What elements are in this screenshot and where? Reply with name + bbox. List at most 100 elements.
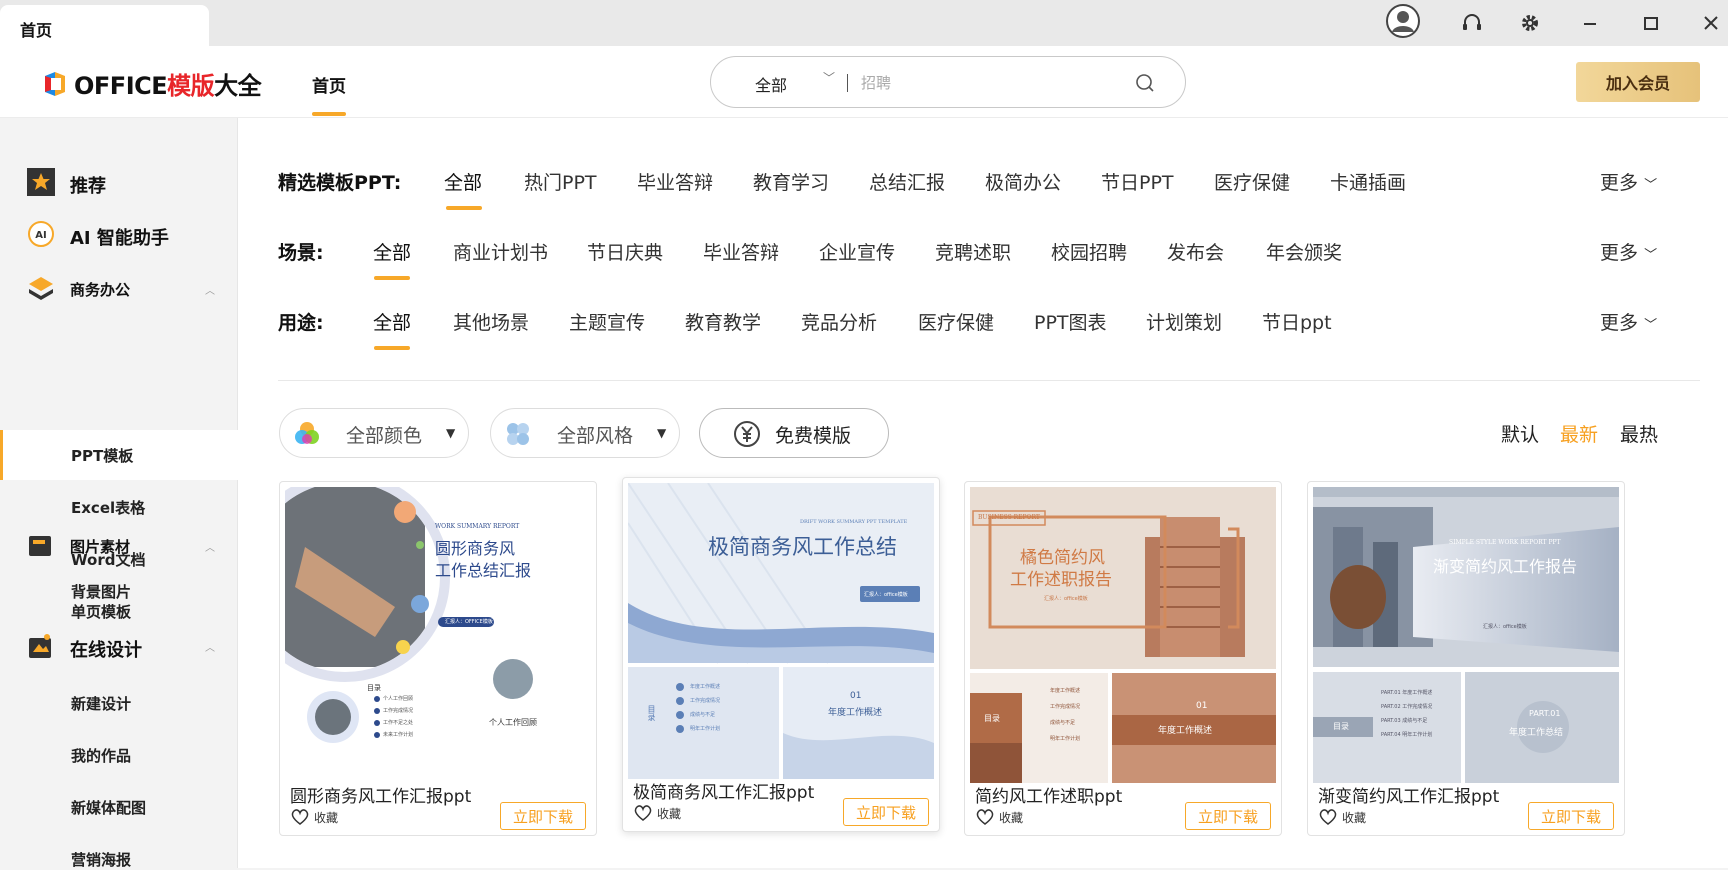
filter-item[interactable]: 医疗保健: [1214, 168, 1290, 195]
template-card[interactable]: SIMPLE STYLE WORK REPORT PPT 渐变简约风工作报告 汇…: [1307, 481, 1625, 836]
sidebar-item-backgrounds[interactable]: 背景图片: [71, 581, 131, 602]
filter-item[interactable]: 全部: [444, 168, 482, 195]
sidebar-item-recommend[interactable]: 推荐: [70, 172, 106, 198]
template-thumbnail[interactable]: DRIFT WORK SUMMARY PPT TEMPLATE 极简商务风工作总…: [628, 483, 934, 779]
logo[interactable]: OFFICE模版大全: [42, 66, 262, 101]
search-category[interactable]: 全部: [755, 72, 787, 96]
caret-down-icon: ▼: [657, 426, 667, 440]
color-filter-dropdown[interactable]: 全部颜色 ▼: [279, 408, 469, 458]
favorite-button[interactable]: 收藏: [1318, 808, 1366, 826]
minimize-icon[interactable]: [1575, 8, 1605, 38]
filter-item[interactable]: 毕业答辩: [703, 238, 779, 265]
sort-latest[interactable]: 最新: [1560, 420, 1598, 447]
filter-item[interactable]: 全部: [373, 238, 411, 265]
template-card[interactable]: DRIFT WORK SUMMARY PPT TEMPLATE 极简商务风工作总…: [622, 477, 940, 832]
filter-item[interactable]: 发布会: [1167, 238, 1224, 265]
heart-icon: [291, 809, 309, 825]
filter-item[interactable]: 热门PPT: [524, 168, 597, 195]
more-button[interactable]: 更多 ﹀: [1600, 238, 1657, 265]
filter-item[interactable]: 商业计划书: [453, 238, 548, 265]
filter-item[interactable]: 节日PPT: [1101, 168, 1174, 195]
tab-home[interactable]: 首页: [0, 5, 209, 46]
filter-item[interactable]: 医疗保健: [918, 308, 994, 335]
free-templates-button[interactable]: 免费模版: [699, 408, 889, 458]
thumb-sub: 年度工作总结: [1509, 728, 1564, 738]
sidebar-item-single-page[interactable]: 单页模板: [71, 601, 131, 622]
close-icon[interactable]: [1696, 8, 1726, 38]
thumb-presenter: 汇报人：OFFICE模板: [445, 619, 493, 625]
filter-item[interactable]: 教育教学: [685, 308, 761, 335]
template-card[interactable]: WORK SUMMARY REPORT 圆形商务风 工作总结汇报 汇报人：OFF…: [279, 481, 597, 836]
sidebar-item-ppt[interactable]: PPT模板: [71, 445, 133, 466]
filter-item[interactable]: 节日庆典: [587, 238, 663, 265]
search-bar: 全部 ﹀: [710, 56, 1186, 108]
filter-item[interactable]: 节日ppt: [1262, 308, 1332, 335]
download-button[interactable]: 立即下载: [843, 798, 929, 826]
thumb-en-title: WORK SUMMARY REPORT: [435, 523, 520, 530]
chevron-up-icon[interactable]: ︿: [205, 282, 215, 297]
sidebar-item-marketing-poster[interactable]: 营销海报: [71, 849, 131, 870]
filter-item[interactable]: 卡通插画: [1330, 168, 1406, 195]
sidebar-item-new-design[interactable]: 新建设计: [71, 693, 131, 714]
style-filter-dropdown[interactable]: 全部风格 ▼: [490, 408, 680, 458]
favorite-button[interactable]: 收藏: [290, 808, 338, 826]
sidebar-item-social-media[interactable]: 新媒体配图: [71, 797, 146, 818]
filter-item[interactable]: 校园招聘: [1051, 238, 1127, 265]
filter-item[interactable]: 极简办公: [985, 168, 1061, 195]
filter-item[interactable]: 主题宣传: [569, 308, 645, 335]
template-thumbnail[interactable]: WORK SUMMARY REPORT 圆形商务风 工作总结汇报 汇报人：OFF…: [285, 487, 591, 783]
sidebar-item-my-works[interactable]: 我的作品: [71, 745, 131, 766]
sidebar-item-images[interactable]: 图片素材: [70, 536, 130, 557]
sidebar-item-ai[interactable]: AI 智能助手: [70, 224, 169, 250]
filter-item[interactable]: 毕业答辩: [637, 168, 713, 195]
maximize-icon[interactable]: [1636, 8, 1666, 38]
layers-icon: [29, 277, 53, 300]
filter-item[interactable]: 教育学习: [753, 168, 829, 195]
filter-item[interactable]: 全部: [373, 308, 411, 335]
join-vip-button[interactable]: 加入会员: [1576, 62, 1700, 102]
card-title[interactable]: 圆形商务风工作汇报ppt: [290, 782, 471, 807]
headset-icon[interactable]: [1457, 8, 1487, 38]
nav-home[interactable]: 首页: [312, 72, 346, 97]
filter-item[interactable]: 总结汇报: [869, 168, 945, 195]
download-button[interactable]: 立即下载: [1528, 802, 1614, 830]
card-title[interactable]: 渐变简约风工作汇报ppt: [1318, 782, 1499, 807]
filter-item[interactable]: 竞聘述职: [935, 238, 1011, 265]
gear-icon[interactable]: [1515, 8, 1545, 38]
favorite-button[interactable]: 收藏: [633, 804, 681, 822]
chevron-down-icon[interactable]: ﹀: [823, 69, 835, 86]
favorite-button[interactable]: 收藏: [975, 808, 1023, 826]
card-title[interactable]: 简约风工作述职ppt: [975, 782, 1122, 807]
template-thumbnail[interactable]: BUSINESS REPORT 橘色简约风 工作述职报告 汇报人：office模…: [970, 487, 1276, 783]
filter-item[interactable]: 年会颁奖: [1266, 238, 1342, 265]
template-thumbnail[interactable]: SIMPLE STYLE WORK REPORT PPT 渐变简约风工作报告 汇…: [1313, 487, 1619, 783]
divider: [278, 380, 1700, 381]
search-icon[interactable]: [1135, 73, 1155, 93]
thumb-toc: 目录: [647, 705, 656, 721]
sidebar-item-business[interactable]: 商务办公: [70, 279, 130, 300]
chevron-up-icon[interactable]: ︿: [205, 639, 215, 654]
filter-item[interactable]: 其他场景: [453, 308, 529, 335]
filter-item[interactable]: 竞品分析: [801, 308, 877, 335]
template-card[interactable]: BUSINESS REPORT 橘色简约风 工作述职报告 汇报人：office模…: [964, 481, 1282, 836]
chevron-up-icon[interactable]: ︿: [205, 539, 215, 554]
card-title[interactable]: 极简商务风工作汇报ppt: [633, 778, 814, 803]
download-button[interactable]: 立即下载: [500, 802, 586, 830]
sidebar-item-design[interactable]: 在线设计: [70, 636, 142, 662]
thumbnail-slide-art: [970, 487, 1276, 783]
filter-item[interactable]: 计划策划: [1146, 308, 1222, 335]
svg-text:AI: AI: [35, 230, 46, 241]
thumb-subtitle: 工作述职报告: [1010, 570, 1112, 590]
sidebar-item-excel[interactable]: Excel表格: [71, 497, 145, 518]
sort-hottest[interactable]: 最热: [1620, 420, 1658, 447]
more-button[interactable]: 更多 ﹀: [1600, 168, 1657, 195]
ai-icon: AI: [28, 221, 54, 247]
filter-item[interactable]: PPT图表: [1034, 308, 1107, 335]
filter-row-scene: 场景: 全部 商业计划书 节日庆典 毕业答辩 企业宣传 竞聘述职 校园招聘 发布…: [278, 230, 1698, 280]
filter-item[interactable]: 企业宣传: [819, 238, 895, 265]
search-input[interactable]: [861, 71, 1111, 95]
avatar-icon[interactable]: [1384, 2, 1422, 40]
more-button[interactable]: 更多 ﹀: [1600, 308, 1657, 335]
sort-default[interactable]: 默认: [1501, 420, 1539, 447]
download-button[interactable]: 立即下载: [1185, 802, 1271, 830]
